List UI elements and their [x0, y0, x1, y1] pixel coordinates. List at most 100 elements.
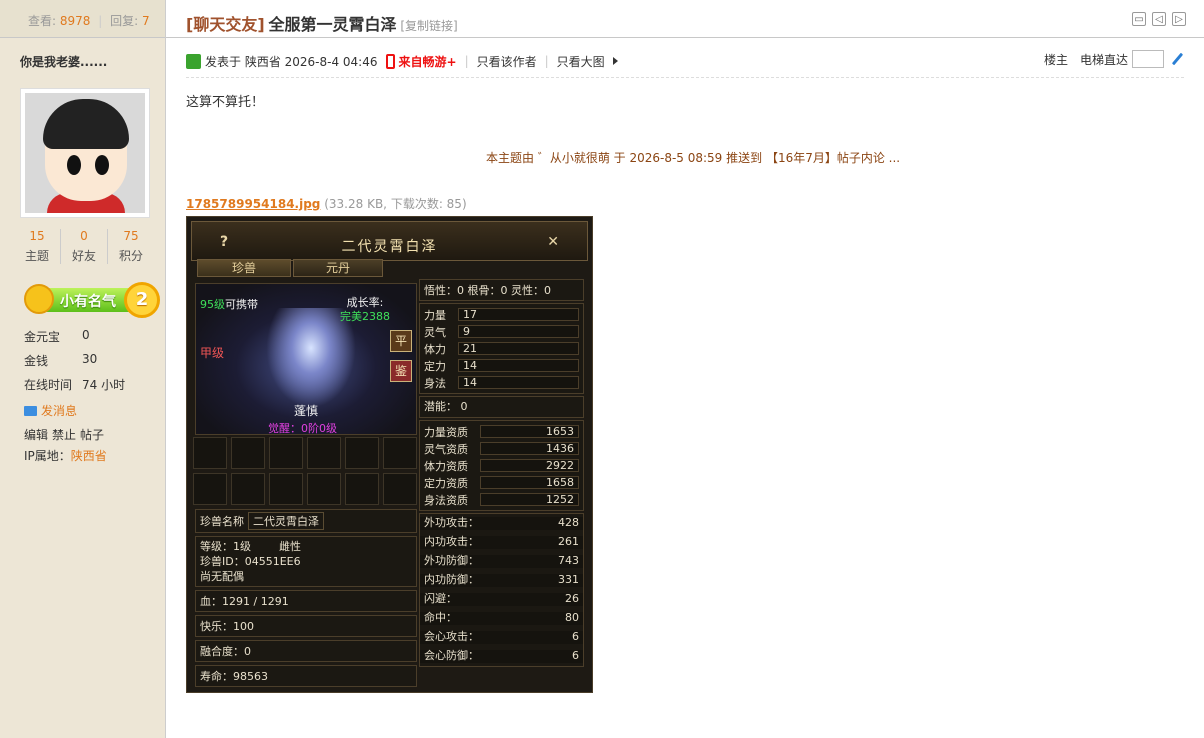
qual-label: 体力资质 — [424, 459, 468, 473]
game-window-title: ? 二代灵霄白泽 ✕ — [191, 221, 588, 261]
push-notice[interactable]: 本主题由 ゛从小就很萌 于 2026-8-5 08:59 推送到 【16年7月】… — [486, 149, 900, 166]
views-count: 8978 — [59, 14, 91, 28]
author-name[interactable]: 你是我老婆...... — [0, 38, 165, 70]
attr-value: 14 — [458, 359, 579, 372]
count-friends-label[interactable]: 好友 — [61, 247, 107, 264]
combat-label: 内功防御： — [424, 573, 479, 586]
pet-aptitudes: 悟性：0 根骨：0 灵性：0 — [419, 279, 584, 301]
close-icon: ✕ — [547, 234, 559, 250]
info-gold-label: 金元宝 — [24, 330, 61, 344]
thread-header: [聊天交友] 全服第一灵霄白泽 [复制链接] ▭ ◁ ▷ — [166, 0, 1204, 38]
count-points[interactable]: 75 积分 — [108, 229, 154, 264]
info-gold-value: 0 — [82, 328, 90, 342]
combat-value: 6 — [572, 649, 579, 662]
pet-combat: 外功攻击： 428 内功攻击： 261 外功防御： 743 内功防御： 331 闪避： 2… — [419, 513, 584, 667]
game-tabs: 珍兽 元丹 — [197, 259, 383, 277]
avatar[interactable] — [20, 88, 150, 218]
pet-name-value: 二代灵霄白泽 — [248, 512, 324, 530]
count-friends[interactable]: 0 好友 — [61, 229, 108, 264]
author-info: 金元宝 0 金钱 30 在线时间 74 小时 — [24, 328, 125, 400]
attr-value: 21 — [458, 342, 579, 355]
qual-label: 定力资质 — [424, 476, 468, 490]
thread-title: 全服第一灵霄白泽 — [268, 15, 397, 34]
combat-label: 内功攻击： — [424, 535, 479, 548]
combat-value: 428 — [558, 516, 579, 529]
pet-slots — [193, 437, 421, 505]
post-body: 这算不算托！ — [186, 95, 265, 110]
pet-name-label: 珍兽名称 — [200, 515, 244, 528]
only-big-image-link[interactable]: 只看大图 — [557, 53, 605, 70]
rank-level: 2 — [124, 282, 160, 318]
send-message-label[interactable]: 发消息 — [41, 404, 77, 418]
info-online-value: 74 小时 — [82, 378, 126, 392]
author-sidebar: 查看: 8978 | 回复: 7 你是我老婆...... 15 主题 0 好友 … — [0, 0, 166, 738]
envelope-icon — [24, 406, 37, 416]
attr-label: 身法 — [424, 376, 446, 390]
game-tab-pet: 珍兽 — [197, 259, 291, 277]
print-icon[interactable]: ▭ — [1132, 12, 1146, 26]
prev-thread-icon[interactable]: ◁ — [1152, 12, 1166, 26]
replies-label: 回复: — [110, 14, 139, 28]
post-source[interactable]: 来自畅游+ — [399, 53, 457, 70]
info-money-value: 30 — [82, 352, 98, 366]
thread-category[interactable]: [聊天交友] — [186, 15, 265, 34]
combat-value: 26 — [565, 592, 579, 605]
attachment-link[interactable]: 1785789954184.jpg — [186, 197, 320, 211]
admin-edit-link[interactable]: 编辑 — [24, 428, 48, 442]
pet-short-name: 蓬慎 — [294, 404, 319, 418]
pet-qualities: 力量资质 1653 灵气资质 1436 体力资质 2922 定力资质 1658 身法资质… — [419, 420, 584, 511]
pet-level-line: 等级：1级 — [200, 540, 251, 553]
pet-life: 寿命：98563 — [195, 665, 417, 687]
info-online-label: 在线时间 — [24, 378, 73, 392]
count-points-label[interactable]: 积分 — [108, 247, 154, 264]
attachment-image[interactable]: ? 二代灵霄白泽 ✕ 珍兽 元丹 95级可携带 成长率: 完美2388 甲级 平 … — [186, 216, 593, 693]
copy-link-button[interactable]: [复制链接] — [400, 19, 457, 33]
only-author-link[interactable]: 只看该作者 — [477, 53, 537, 70]
arrow-right-icon[interactable] — [612, 57, 618, 65]
jump-go-icon[interactable] — [1170, 52, 1184, 66]
game-tab-core: 元丹 — [293, 259, 383, 277]
attr-label: 灵气 — [424, 325, 446, 339]
ip-value[interactable]: 陕西省 — [71, 449, 107, 463]
count-threads-value[interactable]: 15 — [14, 229, 60, 243]
pet-growth-label: 成长率: — [346, 296, 384, 309]
game-title: 二代灵霄白泽 — [341, 239, 438, 255]
attr-label: 定力 — [424, 359, 446, 373]
floor-jump-input[interactable] — [1132, 50, 1164, 68]
pet-growth-value: 完美2388 — [340, 310, 390, 323]
combat-value: 80 — [565, 611, 579, 624]
attachment-info: (33.28 KB, 下载次数: 85) — [324, 197, 467, 211]
attr-label: 力量 — [424, 308, 446, 322]
pet-awaken: 觉醒：0阶0级 — [268, 422, 337, 435]
send-message-link[interactable]: 发消息 — [24, 402, 77, 419]
admin-posts-link[interactable]: 帖子 — [80, 428, 104, 442]
count-friends-value[interactable]: 0 — [61, 229, 107, 243]
pet-level: 95级可携带 — [200, 296, 258, 312]
combat-label: 会心防御： — [424, 649, 479, 662]
admin-ban-link[interactable]: 禁止 — [52, 428, 76, 442]
attachment: 1785789954184.jpg (33.28 KB, 下载次数: 85) — [186, 195, 467, 212]
count-points-value[interactable]: 75 — [108, 229, 154, 243]
pet-potential: 潜能： 0 — [419, 396, 584, 418]
jump-label: 电梯直达 — [1079, 52, 1128, 67]
next-thread-icon[interactable]: ▷ — [1172, 12, 1186, 26]
pet-attributes: 力量 17 灵气 9 体力 21 定力 14 身法 14 — [419, 303, 584, 394]
attr-value: 14 — [458, 376, 579, 389]
thread-stats: 查看: 8978 | 回复: 7 — [0, 0, 165, 38]
count-threads[interactable]: 15 主题 — [14, 229, 61, 264]
pet-btn-jian: 鉴 — [390, 360, 412, 382]
pet-grade: 甲级 — [200, 346, 225, 360]
pet-gender: 雌性 — [278, 540, 301, 553]
combat-value: 6 — [572, 630, 579, 643]
pet-detail-row: 等级：1级 雌性 珍兽ID：04551EE6 尚无配偶 — [195, 536, 417, 587]
thread-tools: ▭ ◁ ▷ — [1132, 12, 1186, 26]
pet-spouse: 尚无配偶 — [200, 570, 244, 583]
count-threads-label[interactable]: 主题 — [14, 247, 60, 264]
online-status-icon — [186, 53, 201, 69]
combat-label: 外功防御： — [424, 554, 479, 567]
attr-label: 体力 — [424, 342, 446, 356]
pet-portrait: 95级可携带 成长率: 完美2388 甲级 平 鉴 蓬慎 觉醒：0阶0级 — [195, 283, 417, 435]
mobile-icon — [385, 53, 395, 69]
pet-name-row: 珍兽名称 二代灵霄白泽 — [195, 509, 417, 533]
combat-label: 外功攻击： — [424, 516, 479, 529]
